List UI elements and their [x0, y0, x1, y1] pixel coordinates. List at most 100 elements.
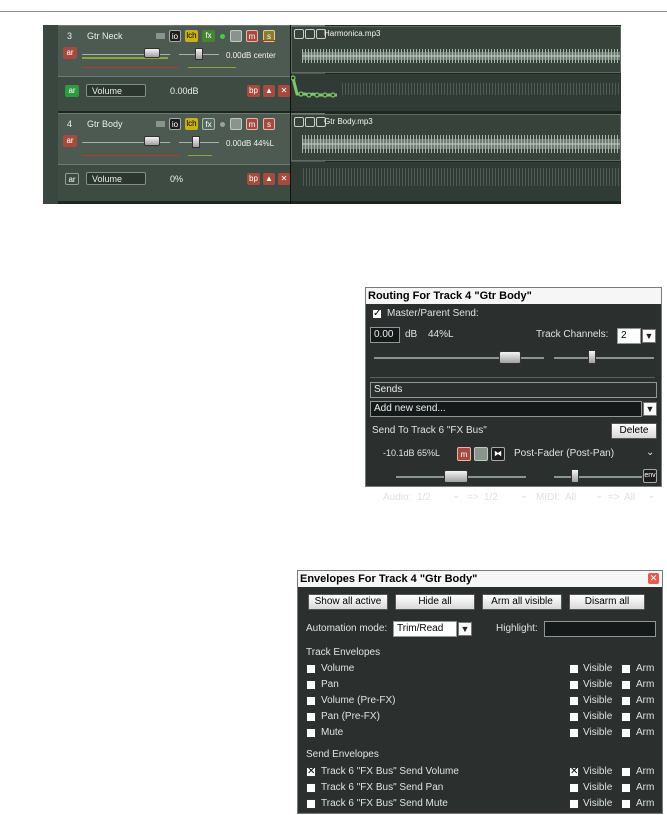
track-control-panel-4[interactable]: 4 Gtr Body io lch fx m s ar 0.00dB 44%L [58, 113, 325, 164]
envelope-arm-button[interactable]: ar [65, 173, 79, 185]
envelope-checkbox[interactable]: ✕ [306, 767, 316, 777]
track-control-panel-3[interactable]: 3 Gtr Neck io lch fx m s ar 0.00dB cente… [58, 25, 325, 76]
envelope-arm-button[interactable]: ar [65, 85, 79, 97]
arm-checkbox[interactable] [621, 712, 631, 722]
chevron-down-icon[interactable]: ▼ [458, 622, 472, 636]
arm-checkbox[interactable] [621, 696, 631, 706]
send-volume-slider-thumb[interactable] [444, 470, 468, 483]
visible-checkbox[interactable] [569, 799, 579, 809]
envelope-checkbox[interactable] [306, 728, 316, 738]
chevron-down-icon[interactable]: ▼ [643, 402, 657, 416]
arm-checkbox[interactable] [621, 664, 631, 674]
master-pan-slider[interactable] [554, 357, 654, 359]
add-send-select[interactable]: Add new send... [370, 401, 642, 417]
chevron-down-icon[interactable]: ▼ [642, 329, 656, 343]
envelope-checkbox[interactable] [306, 799, 316, 809]
track-channels-select[interactable]: 2 [617, 328, 641, 344]
send-phase-button[interactable] [474, 447, 488, 461]
master-volume-input[interactable]: 0.00 [370, 327, 400, 343]
arm-button[interactable]: ar [63, 135, 77, 147]
send-pan-slider-thumb[interactable] [571, 469, 579, 483]
visible-checkbox[interactable] [569, 712, 579, 722]
record-monitor-icon[interactable] [220, 34, 225, 39]
arm-checkbox[interactable] [621, 767, 631, 777]
send-pan-slider[interactable] [554, 476, 642, 478]
visible-checkbox[interactable] [569, 728, 579, 738]
envelope-checkbox[interactable] [306, 680, 316, 690]
envelope-checkbox[interactable] [306, 712, 316, 722]
midi-dest-select[interactable]: All [624, 492, 635, 503]
media-item-harmonica[interactable]: Harmonica.mp3 [291, 26, 621, 73]
phase-button[interactable] [230, 118, 242, 130]
visible-checkbox[interactable] [569, 696, 579, 706]
envelope-control-panel-4[interactable]: ar Volume 0% bp ▲ ✕ [58, 164, 325, 201]
delete-send-button[interactable]: Delete [611, 423, 657, 439]
envelope-hide-button[interactable]: ✕ [278, 85, 290, 97]
arm-checkbox[interactable] [621, 799, 631, 809]
envelope-checkbox[interactable] [306, 664, 316, 674]
envelope-lane-3[interactable] [291, 74, 621, 111]
close-icon[interactable]: ✕ [648, 573, 659, 584]
envelope-name-field[interactable]: Volume [86, 84, 146, 97]
master-send-checkbox[interactable]: ✓ [372, 309, 382, 319]
visible-checkbox[interactable] [569, 783, 579, 793]
envelope-up-button[interactable]: ▲ [263, 173, 275, 185]
fx-button[interactable]: fx [202, 118, 215, 130]
arm-checkbox[interactable] [621, 728, 631, 738]
send-mode-select[interactable]: Post-Fader (Post-Pan) [514, 448, 614, 459]
arm-button[interactable]: ar [63, 47, 77, 59]
media-item-gtr-body[interactable]: Gtr Body.mp3 [291, 114, 621, 161]
show-all-active-button[interactable]: Show all active [308, 594, 388, 610]
chevron-down-icon[interactable]: ⌄ [595, 490, 603, 501]
bypass-button[interactable]: bp [247, 173, 260, 185]
chevron-down-icon[interactable]: ⌄ [646, 447, 654, 458]
track-name[interactable]: Gtr Body [87, 119, 123, 129]
chevron-down-icon[interactable]: ⌄ [452, 490, 460, 501]
envelope-name-field[interactable]: Volume [86, 172, 146, 185]
audio-source-select[interactable]: 1/2 [417, 492, 431, 503]
envelope-checkbox[interactable] [306, 783, 316, 793]
io-button[interactable]: io [169, 118, 181, 130]
pan-fader-thumb[interactable] [195, 48, 203, 60]
envelope-up-button[interactable]: ▲ [263, 85, 275, 97]
arm-checkbox[interactable] [621, 783, 631, 793]
hide-all-button[interactable]: Hide all [395, 594, 475, 610]
mute-button[interactable]: m [246, 118, 258, 130]
track-name[interactable]: Gtr Neck [87, 31, 123, 41]
envelope-lane-4[interactable] [291, 162, 621, 201]
send-envelope-button[interactable]: env [643, 469, 657, 483]
send-mono-button[interactable]: ⧓ [491, 447, 505, 461]
volume-fader-thumb[interactable] [144, 48, 160, 58]
send-mute-button[interactable]: m [457, 447, 471, 461]
envelope-hide-button[interactable]: ✕ [278, 173, 290, 185]
master-volume-slider-thumb[interactable] [499, 351, 521, 364]
disarm-all-button[interactable]: Disarm all [569, 594, 645, 610]
io-button[interactable]: io [169, 30, 181, 42]
visible-checkbox[interactable]: ✕ [569, 767, 579, 777]
chevron-down-icon[interactable]: ⌄ [520, 490, 528, 501]
chevron-down-icon[interactable]: ⌄ [647, 490, 655, 501]
solo-button[interactable]: s [263, 118, 275, 130]
highlight-input[interactable] [544, 621, 656, 637]
fx-button[interactable]: fx [202, 30, 215, 42]
envelope-checkbox[interactable] [306, 696, 316, 706]
volume-fader-thumb[interactable] [144, 136, 160, 146]
audio-dest-select[interactable]: 1/2 [484, 492, 498, 503]
phase-button[interactable] [230, 30, 242, 42]
folder-icon[interactable] [156, 121, 165, 127]
folder-icon[interactable] [156, 33, 165, 39]
automation-mode-select[interactable]: Trim/Read [393, 621, 457, 637]
pan-fader-thumb[interactable] [192, 136, 200, 148]
master-pan-slider-thumb[interactable] [588, 350, 596, 364]
lch-button[interactable]: lch [185, 118, 198, 130]
arm-all-visible-button[interactable]: Arm all visible [482, 594, 562, 610]
lch-button[interactable]: lch [185, 30, 198, 42]
record-monitor-icon[interactable] [220, 122, 225, 127]
bypass-button[interactable]: bp [247, 85, 260, 97]
midi-source-select[interactable]: All [565, 492, 576, 503]
mute-button[interactable]: m [246, 30, 258, 42]
visible-checkbox[interactable] [569, 664, 579, 674]
arm-checkbox[interactable] [621, 680, 631, 690]
envelope-control-panel-3[interactable]: ar Volume 0.00dB bp ▲ ✕ [58, 76, 325, 111]
visible-checkbox[interactable] [569, 680, 579, 690]
